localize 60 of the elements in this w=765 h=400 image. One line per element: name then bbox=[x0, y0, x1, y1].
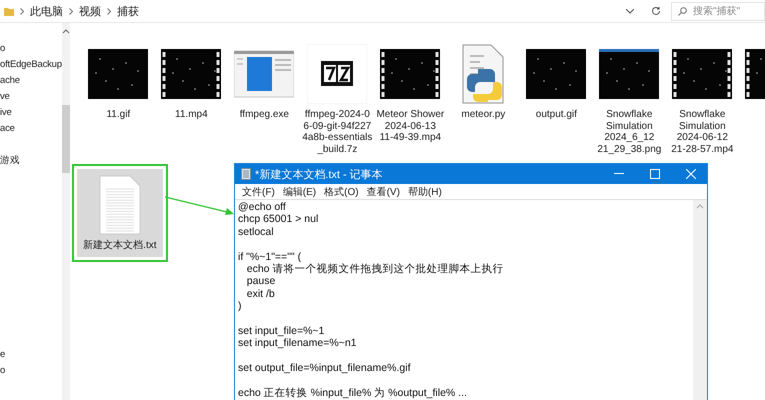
scroll-thumb[interactable] bbox=[62, 105, 70, 173]
file-item[interactable]: 新建文本文档.txt bbox=[76, 169, 163, 256]
scrollbar[interactable] bbox=[693, 200, 707, 400]
sidebar-item[interactable]: 游戏 bbox=[0, 153, 62, 169]
window-title: *新建文本文档.txt - 记事本 bbox=[255, 168, 384, 182]
address-bar[interactable]: 此电脑 视频 捕获 bbox=[0, 1, 615, 21]
menu-item[interactable]: 格式(O) bbox=[320, 184, 363, 198]
file-item[interactable]: ffmpeg-2024-0 6-09-git-94f227 4a8b-essentials _build.7z bbox=[300, 43, 374, 155]
sidebar-item[interactable]: oftEdgeBackup bbox=[0, 57, 62, 73]
file-name: 11.gif bbox=[106, 109, 130, 120]
window-preview-icon bbox=[234, 49, 294, 99]
file-item[interactable]: Snowflake Simulation 2024_6_12 21_29_38.png bbox=[592, 43, 666, 155]
breadcrumb-item[interactable]: 捕获 bbox=[117, 4, 139, 18]
search-icon bbox=[678, 6, 687, 16]
file-name: Meteor Shower 2024-06-13 11-49-39.mp4 bbox=[376, 109, 444, 144]
file-name: ffmpeg-2024-0 6-09-git-94f227 4a8b-essentials _build.7z bbox=[302, 109, 372, 155]
menu-item[interactable]: 文件(F) bbox=[238, 184, 279, 198]
file-item[interactable]: meteor.py bbox=[446, 43, 520, 155]
sidebar-item[interactable]: ive bbox=[0, 105, 62, 121]
sidebar-item[interactable]: ache bbox=[0, 73, 62, 89]
sidebar-item[interactable]: o bbox=[0, 41, 62, 57]
arrow bbox=[165, 195, 235, 217]
chevron-down-icon bbox=[626, 8, 634, 14]
file-name: output.gif bbox=[536, 109, 577, 120]
notepad-icon bbox=[241, 168, 251, 180]
scroll-up-icon bbox=[62, 27, 70, 35]
archive-icon bbox=[307, 44, 368, 104]
file-item[interactable]: Snowflake Simulation 2024-06-12 21-28-57.mp4 bbox=[666, 43, 739, 155]
maximize-icon bbox=[650, 169, 660, 179]
file-item[interactable]: output.gif bbox=[520, 43, 593, 155]
menu-item[interactable]: 查看(V) bbox=[362, 184, 404, 198]
chevron-icon bbox=[69, 8, 73, 14]
sidebar-item[interactable]: ace bbox=[0, 121, 62, 137]
chevron-icon bbox=[107, 8, 111, 14]
file-item[interactable]: ffmpeg.exe bbox=[228, 43, 301, 155]
file-name: 新建文本文档.txt bbox=[83, 240, 157, 252]
file-name: 11.mp4 bbox=[175, 109, 208, 120]
close-icon bbox=[686, 169, 696, 179]
minimize-icon bbox=[614, 173, 624, 175]
sidebar-item[interactable]: e bbox=[0, 347, 62, 363]
file-name: meteor.py bbox=[461, 109, 506, 120]
chevron-icon bbox=[20, 8, 24, 14]
folder-icon bbox=[4, 6, 14, 16]
refresh-icon bbox=[651, 6, 661, 16]
scrollbar[interactable] bbox=[62, 23, 70, 400]
menu-item[interactable]: 编辑(E) bbox=[278, 184, 320, 198]
text-file-icon bbox=[98, 175, 142, 235]
file-name: ffmpeg.exe bbox=[240, 109, 289, 120]
sidebar-item[interactable]: o bbox=[0, 363, 62, 379]
menu-item[interactable]: 帮助(H) bbox=[404, 184, 446, 198]
text-editor[interactable]: @echo off chcp 65001 > nul setlocal if "%~1"=="" ( echo 请将一个视频文件拖拽到这个批处理脚本上执行 pause exit /b ) set input_file=%~1 set input_filename=%~n1 set output_file=%input_filename%.gif echo 正在转换 %input_file% 为 %output_file% ... bbox=[235, 200, 693, 400]
file-item[interactable]: 11.mp4 bbox=[154, 43, 228, 155]
scroll-up-icon bbox=[696, 203, 704, 209]
sidebar-item[interactable]: ve bbox=[0, 89, 62, 105]
breadcrumb-item[interactable]: 此电脑 bbox=[30, 4, 63, 18]
file-item[interactable]: 11.gif bbox=[82, 43, 155, 155]
breadcrumb-item[interactable]: 视频 bbox=[79, 4, 101, 18]
file-name: Snowflake Simulation 2024_6_12 21_29_38.png bbox=[597, 109, 662, 155]
file-item[interactable]: Meteor Shower 2024-06-13 11-49-39.mp4 bbox=[374, 43, 447, 155]
file-name: Snowflake Simulation 2024-06-12 21-28-57.mp4 bbox=[671, 109, 734, 155]
